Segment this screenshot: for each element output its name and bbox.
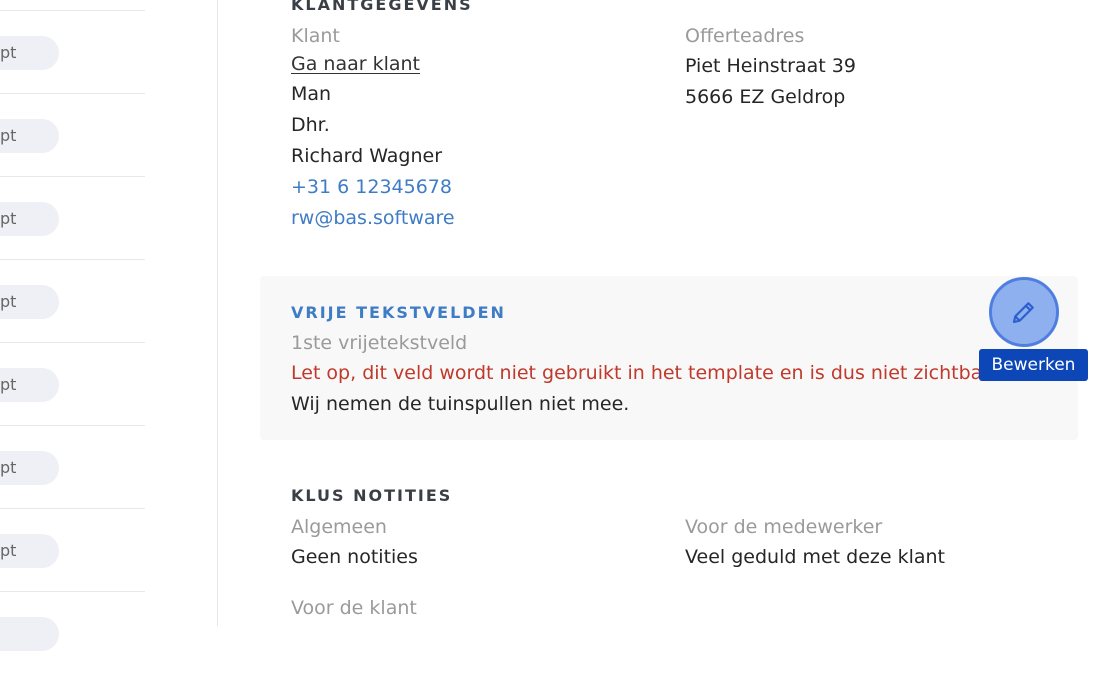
list-item[interactable]: pt xyxy=(0,425,145,509)
go-to-customer-link[interactable]: Ga naar klant xyxy=(291,53,420,75)
list-item[interactable]: pt xyxy=(0,259,145,343)
status-pill[interactable] xyxy=(0,617,59,651)
status-pill[interactable]: pt xyxy=(0,202,59,236)
status-pill[interactable]: pt xyxy=(0,119,59,153)
customer-email-link[interactable]: rw@bas.software xyxy=(291,207,455,229)
customer-name: Richard Wagner xyxy=(291,145,443,167)
edit-button[interactable] xyxy=(989,277,1059,347)
status-pill[interactable]: pt xyxy=(0,36,59,70)
address-line2: 5666 EZ Geldrop xyxy=(685,86,846,108)
customer-phone-link[interactable]: +31 6 12345678 xyxy=(291,176,452,198)
notes-customer-label: Voor de klant xyxy=(291,597,417,619)
list-item[interactable]: pt xyxy=(0,508,145,592)
address-label: Offerteadres xyxy=(685,25,805,47)
list-item[interactable]: pt xyxy=(0,93,145,177)
list-item[interactable] xyxy=(0,591,145,674)
notes-employee-label: Voor de medewerker xyxy=(685,516,883,538)
status-pill[interactable]: pt xyxy=(0,534,59,568)
address-line1: Piet Heinstraat 39 xyxy=(685,55,856,77)
status-pill[interactable]: pt xyxy=(0,451,59,485)
section-title-klantgegevens: KLANTGEGEVENS xyxy=(291,0,473,14)
left-list-column: pt pt pt pt pt pt pt pt xyxy=(0,0,218,651)
pencil-icon xyxy=(1012,302,1034,324)
klant-label: Klant xyxy=(291,25,340,47)
list-item[interactable]: pt xyxy=(0,176,145,260)
free-text-fields-panel: VRIJE TEKSTVELDEN 1ste vrijetekstveld Le… xyxy=(260,276,1078,440)
customer-salutation: Dhr. xyxy=(291,114,330,136)
section-title-klus-notities: KLUS NOTITIES xyxy=(291,486,453,505)
free-field-value: Wij nemen de tuinspullen niet mee. xyxy=(291,393,630,415)
list-item[interactable]: pt xyxy=(0,10,145,94)
free-field-label: 1ste vrijetekstveld xyxy=(291,332,468,354)
notes-general-label: Algemeen xyxy=(291,516,387,538)
section-title-vrije-tekstvelden: VRIJE TEKSTVELDEN xyxy=(291,303,506,322)
notes-employee-value: Veel geduld met deze klant xyxy=(685,546,946,568)
free-field-warning: Let op, dit veld wordt niet gebruikt in … xyxy=(291,362,1002,384)
status-pill[interactable]: pt xyxy=(0,285,59,319)
list-item[interactable]: pt xyxy=(0,342,145,426)
customer-gender: Man xyxy=(291,83,332,105)
status-pill[interactable]: pt xyxy=(0,368,59,402)
notes-general-value: Geen notities xyxy=(291,546,418,568)
edit-tooltip: Bewerken xyxy=(979,349,1088,381)
